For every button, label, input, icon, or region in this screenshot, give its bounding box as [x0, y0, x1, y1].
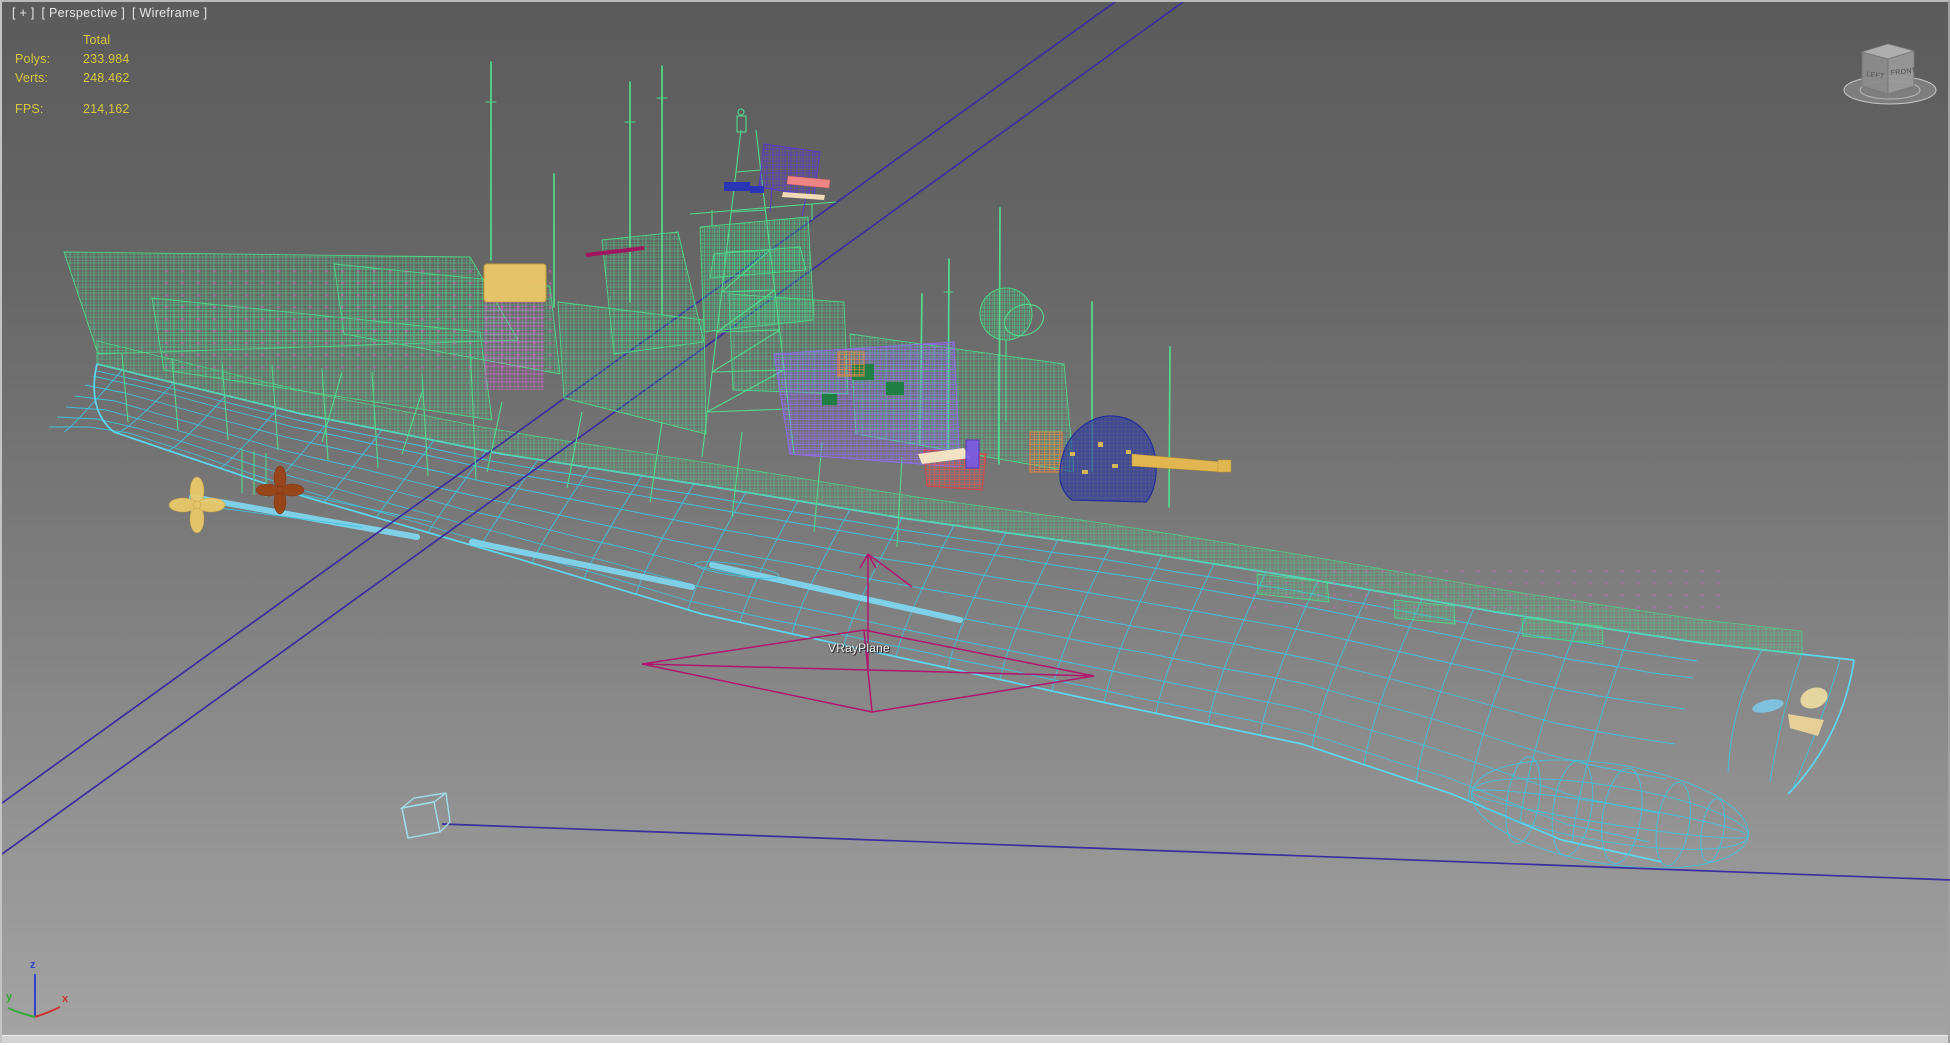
- stats-header-row: Total: [15, 31, 130, 50]
- mast-top-box: [737, 116, 746, 132]
- orange-gear[interactable]: [838, 352, 864, 376]
- anchor-tan: [1797, 684, 1830, 712]
- boat-deck-violet[interactable]: [774, 342, 960, 467]
- stats-polys-label: Polys:: [15, 50, 71, 69]
- radar-dome[interactable]: [980, 288, 1032, 340]
- mast-gadget-navy: [724, 182, 764, 193]
- gun-turret[interactable]: [1060, 416, 1231, 502]
- axis-z-label: z: [30, 959, 36, 971]
- axis-tripod: z x y: [6, 959, 69, 1017]
- stats-total-header: Total: [83, 31, 130, 50]
- crane-lattice-magenta[interactable]: [484, 302, 544, 390]
- axis-x-label: x: [62, 993, 69, 1005]
- helper-cube[interactable]: [402, 793, 450, 838]
- viewport-nav-label: [ + ] [ Perspective ] [ Wireframe ]: [12, 6, 210, 20]
- viewcube[interactable]: LEFT FRONT: [1844, 44, 1936, 104]
- stats-fps-row: FPS: 214,162: [15, 100, 130, 119]
- viewport-statistics: Total Polys: 233.984 Verts: 248.462 FPS:…: [15, 31, 130, 119]
- stats-verts-value: 248.462: [83, 69, 130, 88]
- vray-plane-object-label: VRayPlane: [828, 641, 890, 655]
- radar-antenna-purple[interactable]: [759, 144, 820, 196]
- equipment-flecks: [1252, 562, 1732, 618]
- violet-box: [966, 440, 979, 468]
- stats-fps-label: FPS:: [15, 100, 71, 119]
- stats-fps-value: 214,162: [83, 100, 130, 119]
- vray-plane-gizmo[interactable]: [642, 554, 1094, 712]
- tarp-green: [822, 394, 837, 405]
- viewport-3d[interactable]: LEFT FRONT z x y [ + ] [ Perspective ] […: [0, 0, 1950, 1043]
- anchor-blue: [1751, 697, 1785, 715]
- viewport-pov-menu[interactable]: [ Perspective ]: [41, 6, 125, 20]
- propeller-yellow[interactable]: [169, 477, 225, 533]
- axis-y-label: y: [6, 991, 13, 1003]
- viewport-shading-menu[interactable]: [ Wireframe ]: [132, 6, 207, 20]
- bilge-keel-strip: [192, 497, 417, 537]
- stats-verts-row: Verts: 248.462: [15, 69, 130, 88]
- viewport-bottom-edge: [2, 1035, 1948, 1043]
- stats-verts-label: Verts:: [15, 69, 71, 88]
- bilge-keel-strip: [472, 542, 692, 587]
- orange-gear[interactable]: [1030, 432, 1062, 472]
- anchor-tan: [1788, 714, 1824, 736]
- bilge-keel-strip: [712, 565, 960, 620]
- scene-canvas[interactable]: LEFT FRONT z x y: [2, 2, 1950, 1045]
- crane-housing-yellow[interactable]: [484, 264, 546, 302]
- mast-top-ball: [738, 109, 744, 115]
- stats-polys-value: 233.984: [83, 50, 130, 69]
- axis-y-line: [8, 1008, 35, 1017]
- gun-muzzle: [1218, 460, 1231, 472]
- battleship-wireframe-model[interactable]: [2, 2, 1950, 885]
- stats-polys-row: Polys: 233.984: [15, 50, 130, 69]
- tarp-green: [886, 382, 904, 395]
- axis-x-line: [35, 1007, 60, 1017]
- viewport-general-menu[interactable]: [ + ]: [12, 6, 35, 20]
